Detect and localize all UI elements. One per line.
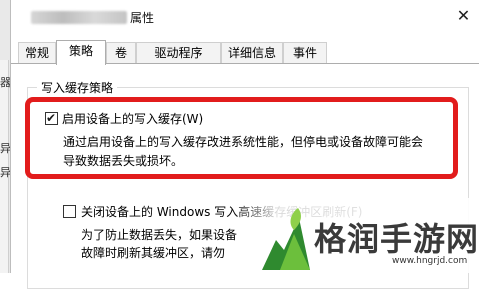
- tab-general[interactable]: 常规: [18, 42, 56, 63]
- tab-driver[interactable]: 驱动程序: [136, 42, 221, 63]
- close-icon: ✕: [456, 5, 471, 25]
- title-bar[interactable]: 属性 ✕: [11, 0, 479, 34]
- turn-off-buffer-flush-checkbox[interactable]: [63, 205, 76, 218]
- buffer-flush-description: 故障时刷新其缓冲区，请勿: [81, 246, 226, 260]
- tab-details[interactable]: 详细信息: [221, 42, 283, 63]
- device-name-redacted: [31, 11, 127, 24]
- watermark-brand: 格润手游网: [314, 220, 479, 258]
- group-caption: 写入缓存策略: [37, 79, 118, 96]
- tab-strip: 常规 策略 卷 驱动程序 详细信息 事件: [11, 40, 479, 65]
- close-button[interactable]: ✕: [447, 0, 479, 30]
- window-title: 属性: [130, 11, 155, 25]
- buffer-flush-description: 为了防止数据丢失，如果设备: [81, 228, 238, 242]
- watermark-url: www.hngrjd.com: [392, 256, 468, 266]
- watermark-logo-icon: [262, 208, 310, 270]
- tab-events[interactable]: 事件: [283, 42, 327, 63]
- annotation-highlight-box: [25, 97, 458, 179]
- tab-volumes[interactable]: 卷: [106, 42, 136, 63]
- background-window-edge: 器 异 异: [0, 60, 11, 273]
- tab-policies[interactable]: 策略: [56, 40, 106, 65]
